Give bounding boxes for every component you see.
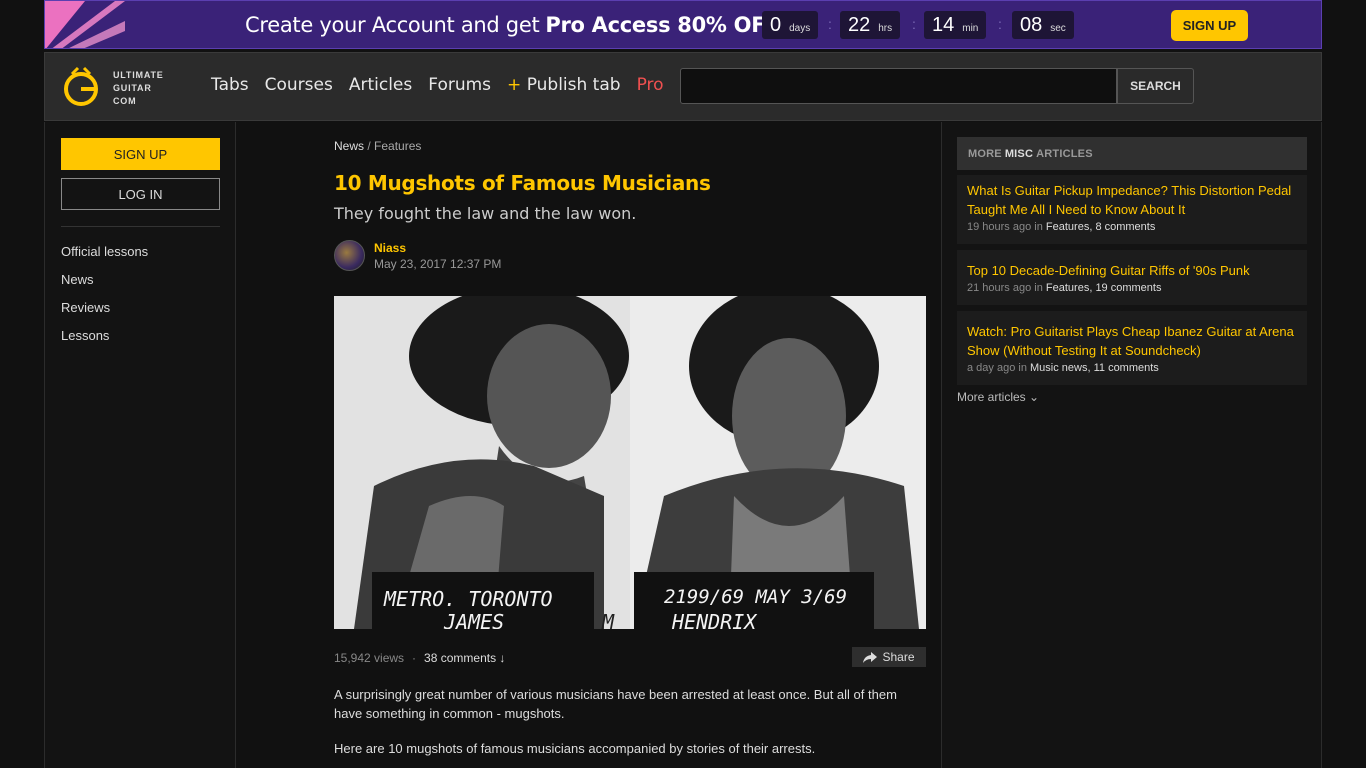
article-card[interactable]: What Is Guitar Pickup Impedance? This Di…	[957, 175, 1307, 244]
article-card-title[interactable]: What Is Guitar Pickup Impedance? This Di…	[967, 181, 1297, 219]
countdown-value: 08	[1020, 13, 1043, 36]
countdown-seconds: 08 sec	[1012, 11, 1074, 39]
article-card-comments[interactable]: 11 comments	[1094, 362, 1159, 374]
article-card-age: a day ago in	[967, 362, 1027, 374]
breadcrumb-news[interactable]: News	[334, 139, 364, 153]
article-card-age: 19 hours ago in	[967, 221, 1043, 233]
article-card-comments[interactable]: 19 comments	[1095, 282, 1161, 294]
share-label: Share	[882, 650, 915, 664]
nav-forums[interactable]: Forums	[428, 75, 491, 95]
nav-pro[interactable]: Pro	[637, 75, 664, 95]
search-button[interactable]: SEARCH	[1117, 68, 1194, 104]
article-paragraph: A surprisingly great number of various m…	[334, 687, 897, 721]
logo-line: COM	[113, 96, 137, 106]
sidebar-item-official-lessons[interactable]: Official lessons	[61, 244, 148, 272]
breadcrumb: News / Features	[334, 139, 421, 153]
login-button[interactable]: LOG IN	[61, 178, 220, 210]
article-card[interactable]: Watch: Pro Guitarist Plays Cheap Ibanez …	[957, 311, 1307, 385]
more-articles-header: MORE MISC ARTICLES	[957, 137, 1307, 170]
author-name[interactable]: Niass	[374, 241, 406, 255]
signup-button[interactable]: SIGN UP	[61, 138, 220, 170]
article-card-age: 21 hours ago in	[967, 282, 1043, 294]
promo-text-plain: Create your Account and get	[245, 13, 540, 37]
logo-line: GUITAR	[113, 83, 152, 93]
article-card-category[interactable]: Features,	[1046, 221, 1092, 233]
promo-banner: Create your Account and get Pro Access 80…	[44, 0, 1322, 49]
placard-text-right-1: 2199/69 MAY 3/69	[664, 586, 847, 608]
countdown-hours: 22 hrs	[840, 11, 901, 39]
placard-text-mid: M	[601, 610, 615, 629]
nav-tabs[interactable]: Tabs	[211, 75, 249, 95]
nav-articles[interactable]: Articles	[349, 75, 412, 95]
article-subtitle: They fought the law and the law won.	[334, 204, 637, 223]
article-card-meta: a day ago in Music news, 11 comments	[967, 362, 1297, 374]
countdown-value: 22	[848, 13, 871, 36]
header-word: ARTICLES	[1036, 147, 1093, 160]
countdown-value: 14	[932, 13, 955, 36]
main-nav: Tabs Courses Articles Forums + Publish t…	[211, 75, 664, 95]
countdown-minutes: 14 min	[924, 11, 987, 39]
countdown-separator: :	[998, 16, 1002, 32]
countdown-value: 0	[770, 13, 782, 36]
nav-courses[interactable]: Courses	[265, 75, 333, 95]
nav-publish-label: Publish tab	[526, 75, 621, 95]
countdown-separator: :	[828, 16, 832, 32]
left-sidebar: SIGN UP LOG IN Official lessons News Rev…	[44, 122, 236, 768]
site-header: ULTIMATE GUITAR COM Tabs Courses Article…	[44, 52, 1322, 121]
article-title: 10 Mugshots of Famous Musicians	[334, 171, 711, 195]
article-photo: METRO. TORONTO JAMES M 2199/69 MAY 3/69 …	[334, 296, 926, 629]
comments-link[interactable]: 38 comments ↓	[424, 651, 505, 665]
promo-text-bold: Pro Access 80% OFF	[545, 13, 780, 37]
promo-signup-button[interactable]: SIGN UP	[1171, 10, 1248, 41]
search-input[interactable]	[680, 68, 1117, 104]
ultimate-guitar-logo-icon[interactable]	[62, 66, 102, 108]
article-stats: 15,942 views · 38 comments ↓	[334, 651, 505, 665]
article-card[interactable]: Top 10 Decade-Defining Guitar Riffs of '…	[957, 250, 1307, 305]
header-category: MISC	[1004, 147, 1034, 160]
placard-text-left-2: JAMES	[443, 610, 504, 629]
publish-date: May 23, 2017 12:37 PM	[374, 257, 502, 271]
article-card-category[interactable]: Music news,	[1030, 362, 1091, 374]
promo-text: Create your Account and get Pro Access 80…	[245, 13, 780, 37]
logo-text[interactable]: ULTIMATE GUITAR COM	[113, 69, 164, 108]
sidebar-item-news[interactable]: News	[61, 272, 148, 300]
view-count: 15,942 views	[334, 651, 405, 665]
article-paragraph: Here are 10 mugshots of famous musicians…	[334, 741, 816, 756]
breadcrumb-separator: /	[367, 139, 371, 153]
countdown-days: 0 days	[762, 11, 819, 39]
countdown-unit: min	[962, 22, 979, 34]
placard-text-left-1: METRO. TORONTO	[383, 587, 553, 611]
nav-publish-tab[interactable]: + Publish tab	[507, 75, 621, 95]
countdown-unit: hrs	[878, 22, 893, 34]
placard-text-right-2: HENDRIX	[671, 610, 758, 629]
article-card-comments[interactable]: 8 comments	[1095, 221, 1155, 233]
mugshot-image: METRO. TORONTO JAMES M 2199/69 MAY 3/69 …	[334, 296, 926, 629]
logo-line: ULTIMATE	[113, 70, 164, 80]
article-card-meta: 21 hours ago in Features, 19 comments	[967, 282, 1297, 294]
stats-separator: ·	[412, 651, 417, 665]
plus-icon: +	[507, 75, 522, 95]
author-avatar[interactable]	[334, 240, 365, 271]
share-button[interactable]: Share	[852, 647, 926, 667]
article-card-meta: 19 hours ago in Features, 8 comments	[967, 221, 1297, 233]
sidebar-links: Official lessons News Reviews Lessons	[61, 244, 148, 356]
countdown-unit: sec	[1050, 22, 1066, 34]
more-articles-link[interactable]: More articles ⌄	[957, 390, 1039, 404]
divider	[61, 226, 220, 227]
article-card-title[interactable]: Top 10 Decade-Defining Guitar Riffs of '…	[967, 261, 1297, 280]
article-card-category[interactable]: Features,	[1046, 282, 1092, 294]
decorative-leaf-graphic	[45, 1, 125, 48]
countdown-separator: :	[912, 16, 916, 32]
sidebar-item-lessons[interactable]: Lessons	[61, 328, 148, 356]
header-word: MORE	[968, 147, 1002, 160]
countdown-unit: days	[789, 22, 811, 34]
sidebar-item-reviews[interactable]: Reviews	[61, 300, 148, 328]
breadcrumb-features[interactable]: Features	[374, 139, 421, 153]
share-arrow-icon	[863, 651, 878, 663]
article-card-title[interactable]: Watch: Pro Guitarist Plays Cheap Ibanez …	[967, 322, 1297, 360]
